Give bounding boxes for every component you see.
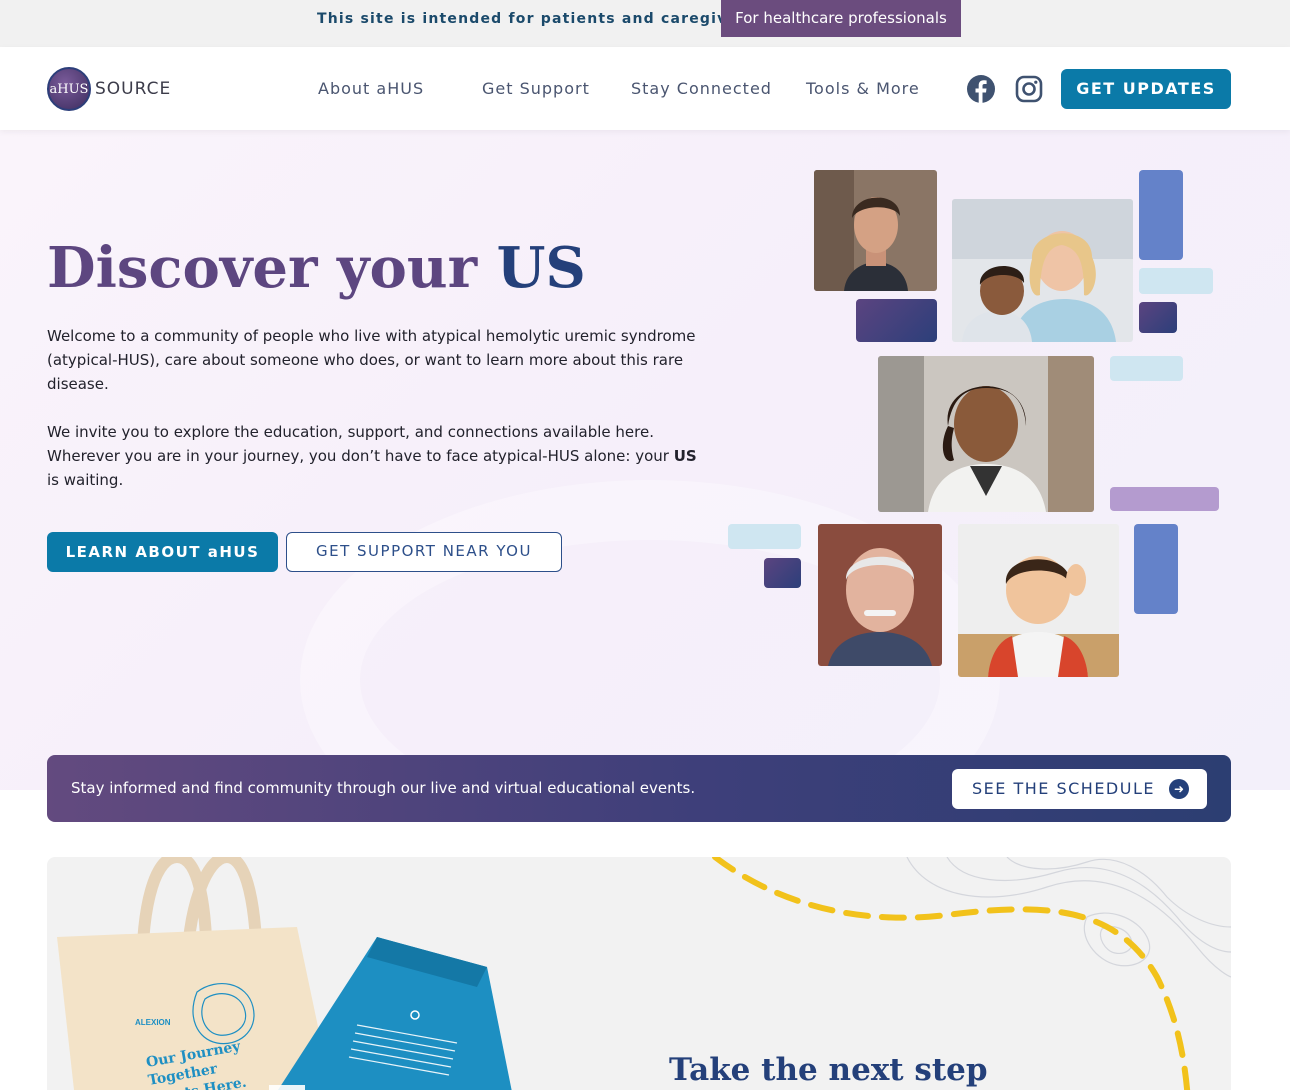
logo-mark: aHUS <box>47 67 91 111</box>
contour-map-graphic: ALEXION Our Journey Together Starts Here… <box>57 857 1231 1090</box>
next-step-card: ALEXION Our Journey Together Starts Here… <box>47 857 1231 1090</box>
hcp-link[interactable]: For healthcare professionals <box>721 0 961 37</box>
audience-bar: This site is intended for patients and c… <box>0 0 1290 47</box>
hero-title-part1: Discover your <box>47 235 478 301</box>
decor-block <box>1134 524 1178 614</box>
hero-title: Discover your US <box>47 235 586 301</box>
decor-block <box>764 558 801 588</box>
tote-brand: ALEXION <box>135 1018 171 1027</box>
arrow-right-icon: ➜ <box>1169 779 1189 799</box>
nav-tools-more[interactable]: Tools & More <box>806 79 920 98</box>
get-support-near-you-button[interactable]: GET SUPPORT NEAR YOU <box>286 532 562 572</box>
hero-intro: Welcome to a community of people who liv… <box>47 327 696 393</box>
photo-young-man <box>814 170 937 291</box>
decor-block <box>1139 170 1183 260</box>
nav-stay-connected[interactable]: Stay Connected <box>631 79 772 98</box>
decor-block <box>856 299 937 342</box>
events-banner: Stay informed and find community through… <box>47 755 1231 822</box>
learn-about-ahus-button[interactable]: LEARN ABOUT aHUS <box>47 532 278 572</box>
site-header: aHUS SOURCE About aHUS Get Support Stay … <box>0 47 1290 130</box>
facebook-icon[interactable] <box>967 75 995 103</box>
see-schedule-label: SEE THE SCHEDULE <box>972 779 1155 798</box>
audience-notice: This site is intended for patients and c… <box>317 11 763 27</box>
next-step-title: Take the next step <box>669 1052 988 1088</box>
photo-child <box>958 524 1119 677</box>
events-banner-text: Stay informed and find community through… <box>71 779 696 797</box>
logo-text: SOURCE <box>95 79 172 99</box>
hero-section: Discover your US Welcome to a community … <box>0 130 1290 790</box>
get-updates-button[interactable]: GET UPDATES <box>1061 69 1231 109</box>
hero-invite-bold: US <box>673 447 697 465</box>
photo-smiling-woman <box>878 356 1094 512</box>
decor-block <box>1139 302 1177 333</box>
photo-older-man <box>818 524 942 666</box>
instagram-icon[interactable] <box>1015 75 1043 103</box>
tote-bag-graphic: ALEXION Our Journey Together Starts Here… <box>57 857 332 1090</box>
nav-about-ahus[interactable]: About aHUS <box>318 79 424 98</box>
hero-invite: We invite you to explore the education, … <box>47 420 707 492</box>
decor-block <box>1110 356 1183 381</box>
see-schedule-button[interactable]: SEE THE SCHEDULE ➜ <box>952 769 1207 809</box>
decor-block <box>1139 268 1213 294</box>
hero-title-part2: US <box>496 235 586 301</box>
site-logo[interactable]: aHUS SOURCE <box>47 67 171 111</box>
decor-block <box>728 524 801 549</box>
hero-invite-end: is waiting. <box>47 471 124 489</box>
photo-grandmother-child <box>952 199 1133 342</box>
nav-get-support[interactable]: Get Support <box>482 79 590 98</box>
hero-invite-text: We invite you to explore the education, … <box>47 423 674 465</box>
decor-block <box>1110 487 1219 511</box>
